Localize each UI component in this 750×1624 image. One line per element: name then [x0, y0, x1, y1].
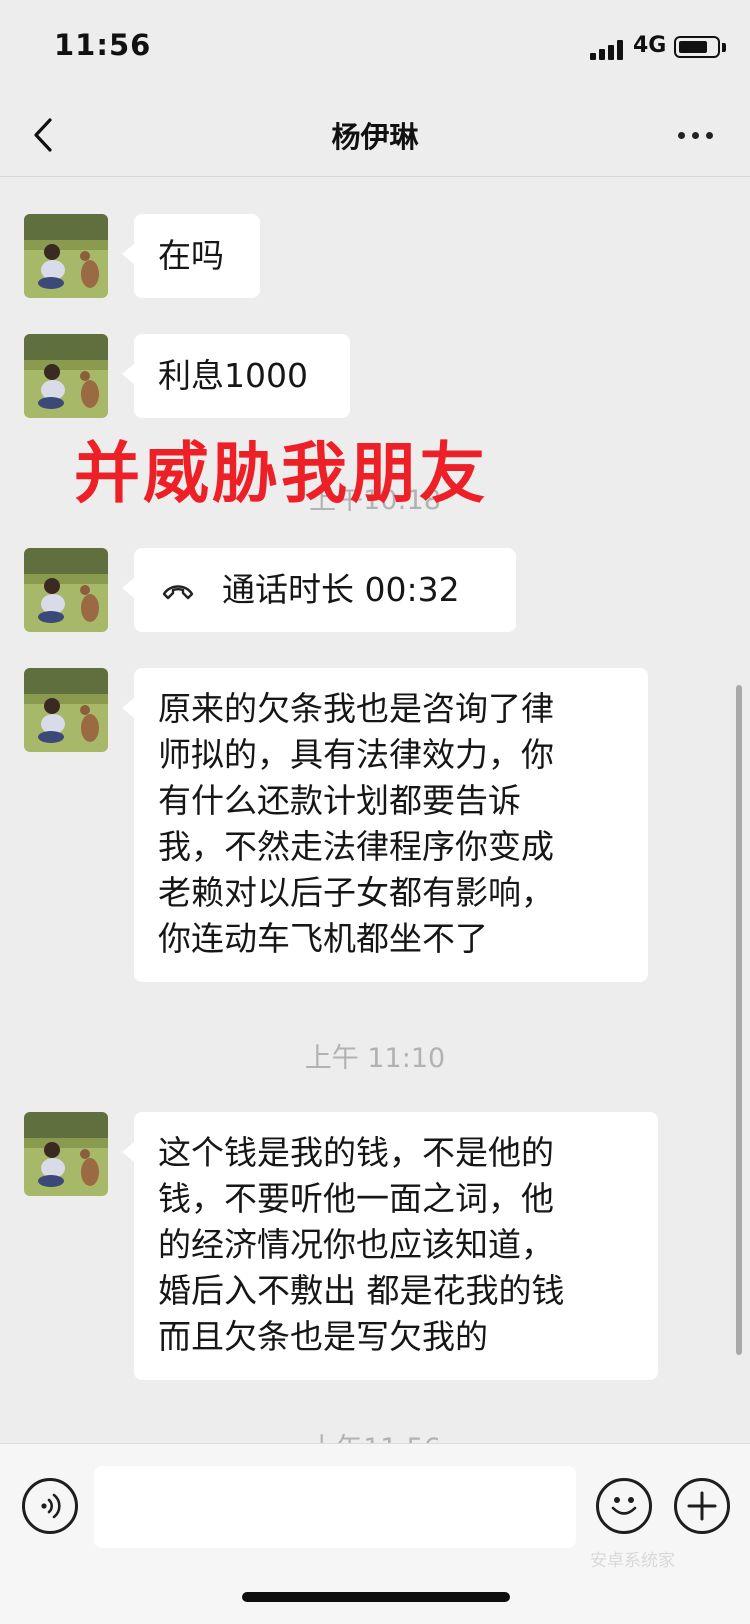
message-bubble[interactable]: 原来的欠条我也是咨询了律 师拟的，具有法律效力，你 有什么还款计划都要告诉 我，… [122, 668, 648, 982]
chat-header: 杨伊琳 [0, 96, 750, 177]
emoji-button[interactable] [596, 1478, 652, 1534]
scrollbar[interactable] [736, 685, 742, 1355]
message-text: 原来的欠条我也是咨询了律 师拟的，具有法律效力，你 有什么还款计划都要告诉 我，… [158, 689, 554, 958]
phone-hangup-icon [162, 585, 194, 600]
message-text: 这个钱是我的钱，不是他的 钱，不要听他一面之词，他 的经济情况你也应该知道， 婚… [158, 1133, 565, 1356]
chat-title: 杨伊琳 [331, 120, 419, 154]
message-input[interactable] [94, 1466, 576, 1548]
message-bubble[interactable]: 在吗 [122, 214, 260, 298]
avatar[interactable] [24, 334, 108, 418]
battery-icon [674, 36, 720, 58]
call-duration-text: 通话时长 00:32 [222, 570, 460, 609]
status-time: 11:56 [54, 28, 152, 62]
status-bar: 11:56 4G [0, 0, 750, 96]
signal-icon [590, 40, 624, 60]
plus-icon [687, 1491, 717, 1521]
watermark: 安卓系统家 [590, 1551, 675, 1571]
message-text: 利息1000 [158, 356, 308, 395]
more-functions-button[interactable] [674, 1478, 730, 1534]
timestamp: 上午 11:10 [304, 1043, 446, 1074]
avatar[interactable] [24, 214, 108, 298]
message-bubble[interactable]: 这个钱是我的钱，不是他的 钱，不要听他一面之词，他 的经济情况你也应该知道， 婚… [122, 1112, 658, 1380]
avatar[interactable] [24, 668, 108, 752]
avatar[interactable] [24, 1112, 108, 1196]
emoji-icon [611, 1497, 637, 1515]
more-button[interactable] [674, 122, 718, 150]
avatar[interactable] [24, 548, 108, 632]
message-bubble[interactable]: 利息1000 [122, 334, 350, 418]
call-record-bubble[interactable]: 通话时长 00:32 [122, 548, 516, 632]
network-type: 4G [633, 33, 667, 58]
home-indicator[interactable] [242, 1592, 510, 1602]
voice-icon [41, 1493, 61, 1519]
message-text: 在吗 [158, 236, 224, 275]
overlay-caption: 并威胁我朋友 [74, 435, 488, 512]
voice-button[interactable] [22, 1478, 78, 1534]
